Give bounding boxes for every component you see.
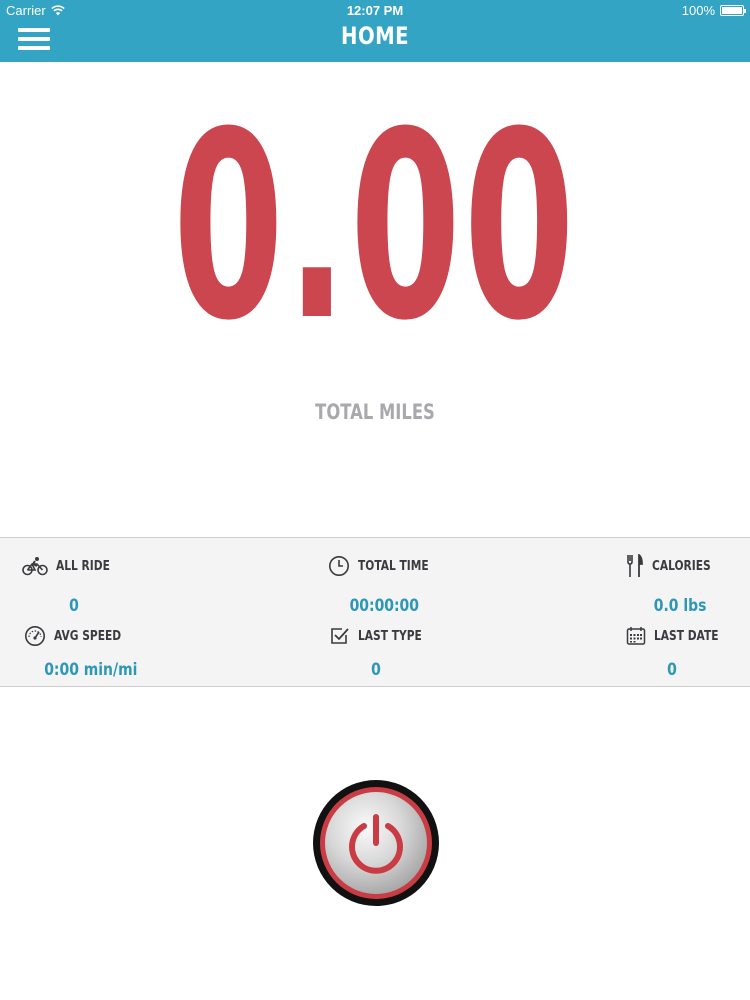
stat-last-type: LAST TYPE 0 (330, 624, 550, 680)
stat-last-date: LAST DATE 0 (626, 624, 750, 680)
page-title: HOME (341, 22, 409, 50)
bicycle-icon (22, 557, 48, 576)
nav-bar: Carrier 12:07 PM 100% HOME (0, 0, 750, 62)
stat-avg-speed: AVG SPEED 0:00 min/mi (24, 624, 244, 680)
total-miles-value: 0.00 (172, 77, 578, 377)
power-icon (349, 814, 403, 874)
hamburger-menu-icon[interactable] (18, 28, 50, 50)
stat-value: 0 (667, 660, 677, 680)
stats-panel: ALL RIDE 0 TOTAL TIME 00:00:00 CALORIES … (0, 537, 750, 687)
fork-knife-icon (627, 554, 643, 577)
stat-total-time: TOTAL TIME 00:00:00 (328, 554, 548, 616)
power-button[interactable] (313, 780, 439, 906)
status-bar: Carrier 12:07 PM 100% (0, 0, 750, 20)
checkbox-icon (331, 628, 349, 644)
stat-value: 0 (69, 596, 79, 616)
total-miles-label: TOTAL MILES (315, 400, 435, 424)
battery-percent: 100% (681, 3, 715, 18)
stat-all-ride: ALL RIDE 0 (22, 554, 242, 616)
stat-value: 0.0 lbs (653, 596, 707, 616)
stat-calories: CALORIES 0.0 lbs (626, 554, 750, 616)
stat-label: AVG SPEED (54, 628, 122, 644)
stat-label: ALL RIDE (56, 558, 110, 574)
status-time: 12:07 PM (346, 3, 404, 18)
speedometer-icon (25, 626, 45, 646)
stat-label: LAST TYPE (358, 628, 422, 644)
stat-value: 0 (371, 660, 381, 680)
stat-label: CALORIES (652, 558, 711, 574)
clock-icon (329, 556, 349, 576)
stat-label: TOTAL TIME (358, 558, 429, 574)
stat-value: 0:00 min/mi (44, 660, 138, 680)
battery-icon (720, 5, 746, 16)
stat-label: LAST DATE (654, 628, 719, 644)
stat-value: 00:00:00 (349, 596, 419, 616)
calendar-icon (626, 627, 646, 645)
